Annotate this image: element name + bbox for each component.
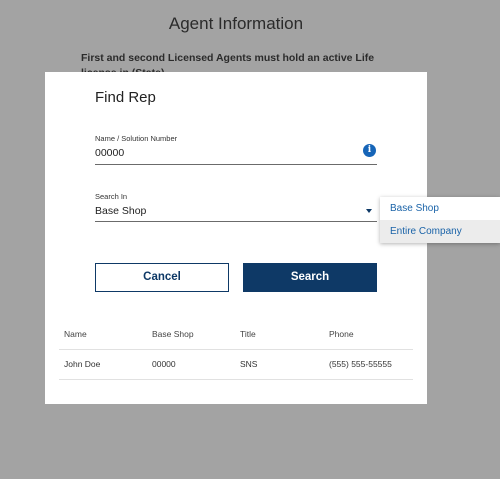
table-header-row: Name Base Shop Title Phone xyxy=(59,320,413,350)
name-field-label: Name / Solution Number xyxy=(95,134,178,143)
search-in-select[interactable]: Base Shop xyxy=(95,205,146,217)
dropdown-option-entire-company[interactable]: Entire Company xyxy=(380,220,500,243)
name-field[interactable]: 00000 xyxy=(95,147,124,159)
results-table: Name Base Shop Title Phone John Doe 0000… xyxy=(59,320,413,380)
dropdown-option-base-shop[interactable]: Base Shop xyxy=(380,197,500,220)
find-rep-modal: Find Rep Name / Solution Number 00000 i … xyxy=(45,72,427,404)
cell-base-shop: 00000 xyxy=(152,359,176,369)
column-header-title: Title xyxy=(240,329,256,339)
search-in-dropdown: Base Shop Entire Company xyxy=(380,197,500,243)
cell-title: SNS xyxy=(240,359,258,369)
info-icon[interactable]: i xyxy=(363,144,376,157)
cell-name: John Doe xyxy=(64,359,101,369)
search-in-label: Search In xyxy=(95,192,128,201)
cancel-button[interactable]: Cancel xyxy=(95,263,229,292)
cell-phone: (555) 555-55555 xyxy=(329,359,392,369)
search-button[interactable]: Search xyxy=(243,263,377,292)
page-title: Agent Information xyxy=(168,14,304,33)
name-field-underline xyxy=(95,164,377,165)
search-in-underline xyxy=(95,221,377,222)
column-header-phone: Phone xyxy=(329,329,354,339)
table-row[interactable]: John Doe 00000 SNS (555) 555-55555 xyxy=(59,350,413,380)
column-header-base-shop: Base Shop xyxy=(152,329,194,339)
column-header-name: Name xyxy=(64,329,87,339)
chevron-down-icon[interactable] xyxy=(366,209,372,213)
modal-title: Find Rep xyxy=(95,89,156,106)
